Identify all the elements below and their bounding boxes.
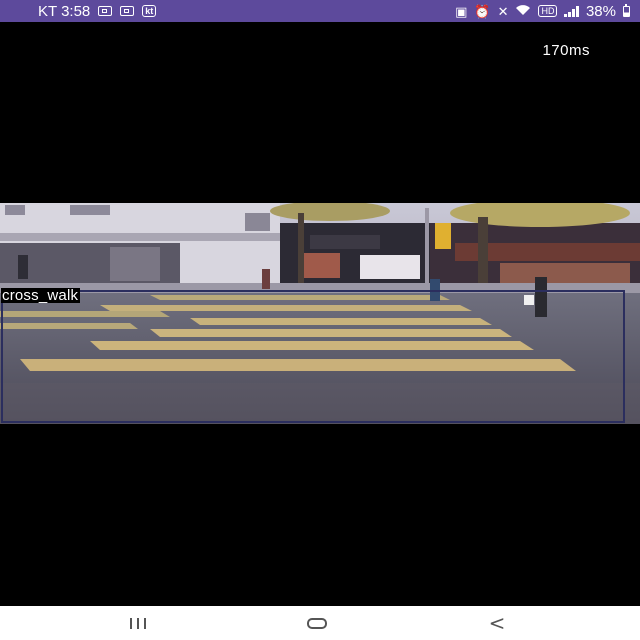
inference-latency: 170ms [542, 42, 590, 59]
screenshot-icon [120, 6, 135, 16]
status-right: ▣ ⏰ ✕ HD 38% [455, 3, 630, 20]
battery-percent: 38% [585, 2, 616, 20]
kt-app-icon: kt [142, 5, 157, 17]
signal-icon [564, 5, 579, 17]
home-icon [307, 617, 327, 629]
status-left: KT 3:58 kt [38, 2, 157, 20]
navigation-bar: < [0, 606, 640, 640]
hd-voice-icon: HD [538, 5, 558, 17]
detection-box [1, 290, 625, 423]
back-button[interactable]: < [467, 606, 527, 640]
battery-icon [623, 3, 630, 17]
status-bar: KT 3:58 kt ▣ ⏰ ✕ HD 38% [0, 0, 640, 22]
alarm-icon: ⏰ [474, 3, 491, 19]
carrier-time: KT 3:58 [38, 2, 91, 20]
screenshot-icon [98, 6, 113, 16]
back-icon: < [488, 611, 506, 635]
home-button[interactable] [287, 606, 347, 640]
detection-label: cross_walk [1, 287, 81, 304]
recents-button[interactable] [108, 606, 168, 640]
recents-icon [130, 617, 146, 629]
wifi-icon [515, 3, 531, 20]
mute-icon: ✕ [497, 3, 509, 19]
camera-icon: ▣ [455, 3, 468, 19]
